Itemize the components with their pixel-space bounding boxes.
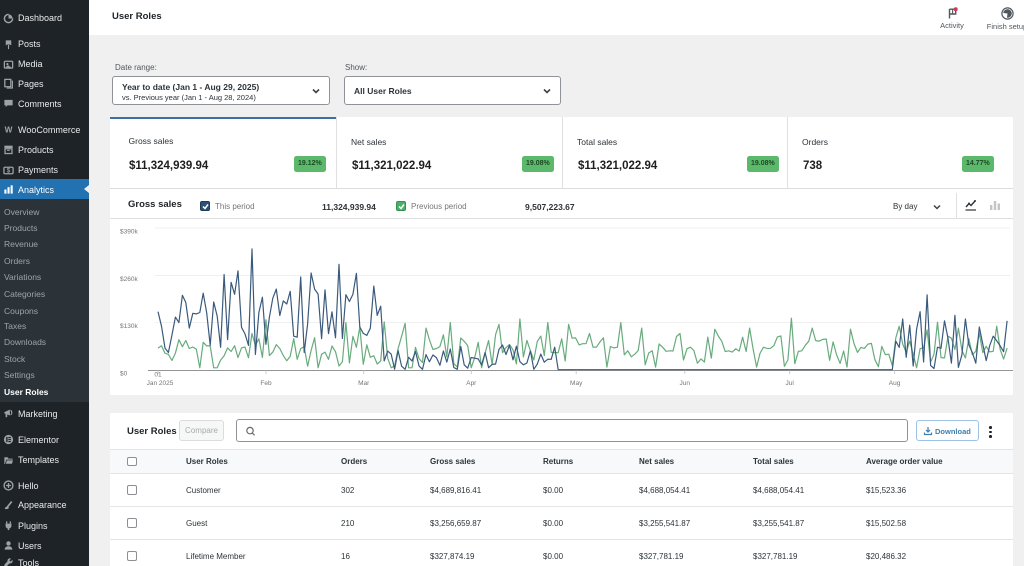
svg-text:$390k: $390k (120, 229, 138, 236)
svg-text:W: W (5, 126, 13, 135)
svg-text:May: May (570, 380, 583, 387)
svg-text:01: 01 (154, 372, 162, 379)
svg-text:Aug: Aug (889, 380, 901, 387)
svg-text:$130k: $130k (120, 323, 138, 330)
svg-text:Apr: Apr (466, 380, 477, 387)
svg-text:Feb: Feb (260, 380, 272, 387)
svg-text:Jul: Jul (786, 380, 795, 387)
svg-text:Mar: Mar (358, 380, 370, 387)
svg-text:Jun: Jun (680, 380, 691, 387)
svg-text:Jan 2025: Jan 2025 (147, 380, 174, 387)
svg-text:$0: $0 (120, 371, 128, 378)
svg-text:$260k: $260k (120, 276, 138, 283)
